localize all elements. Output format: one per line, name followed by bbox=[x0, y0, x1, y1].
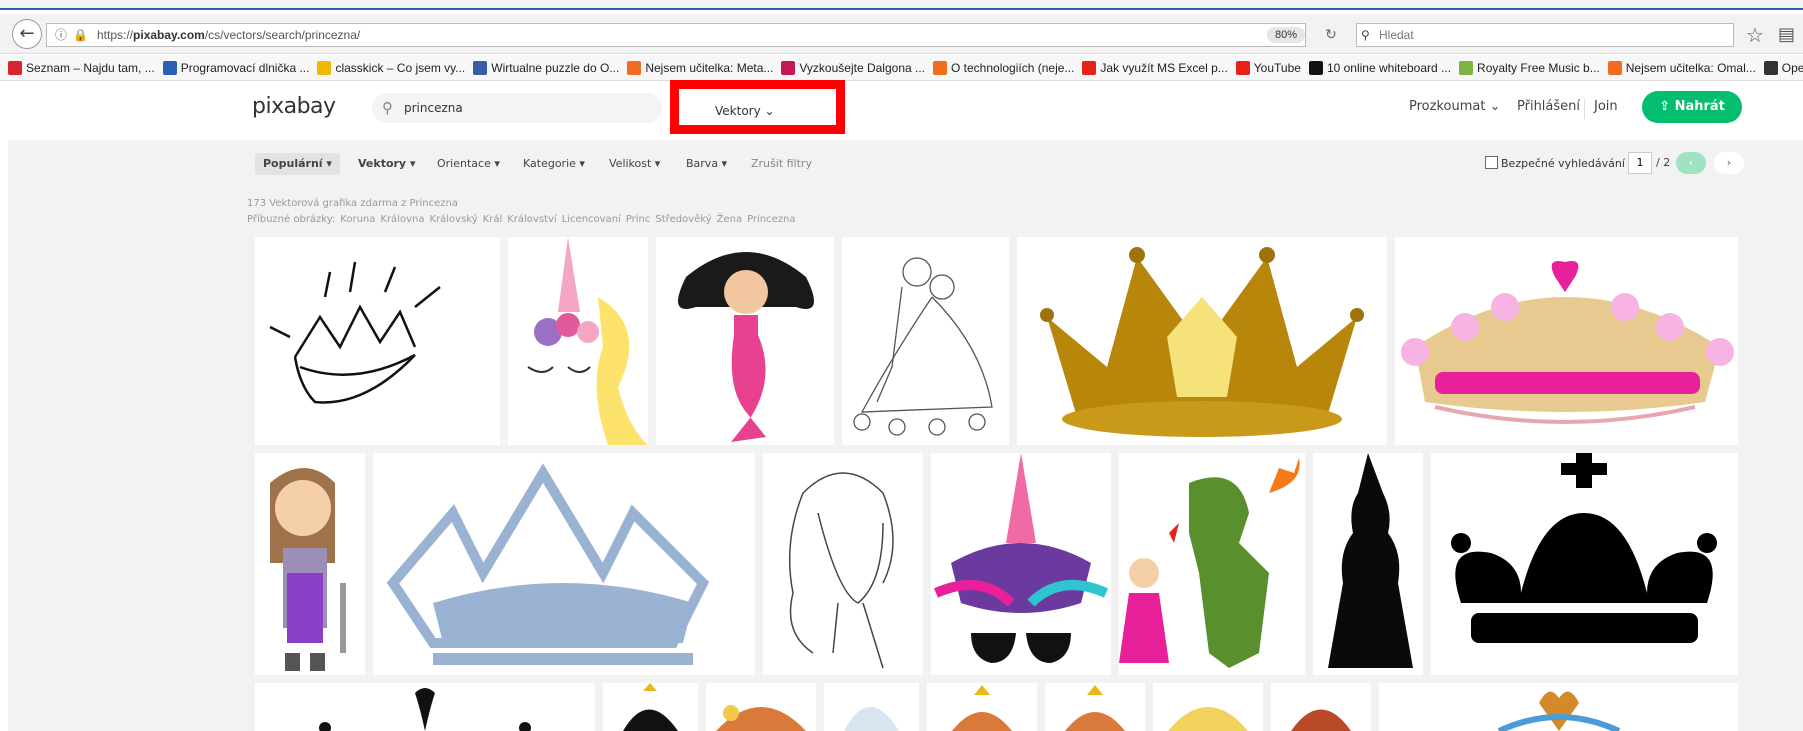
related-tag[interactable]: Středověký bbox=[655, 214, 711, 225]
result-knight-girl[interactable] bbox=[255, 453, 365, 675]
result-count: 173 Vektorová grafika zdarma z Princezna bbox=[247, 198, 458, 209]
bookmark-favicon-icon bbox=[1082, 61, 1097, 75]
bookmark-favicon-icon bbox=[1235, 61, 1250, 75]
login-link[interactable]: Přihlášení bbox=[1517, 99, 1580, 114]
zoom-level[interactable]: 80% bbox=[1267, 27, 1306, 43]
result-heart-tiara[interactable] bbox=[1379, 683, 1738, 731]
lock-icon: 🔒 bbox=[73, 28, 88, 42]
result-princess-1[interactable] bbox=[603, 683, 698, 731]
result-black-crown[interactable] bbox=[1431, 453, 1738, 675]
browser-search-input[interactable]: ⚲ Hledat bbox=[1356, 23, 1734, 47]
bookmark-favicon-icon bbox=[1308, 61, 1323, 75]
bookmark-item[interactable]: Jak využít MS Excel p... bbox=[1082, 55, 1228, 80]
safe-search-toggle[interactable]: Bezpečné vyhledávání bbox=[1485, 156, 1625, 170]
bookmark-item[interactable]: Nejsem učitelka: Meta... bbox=[627, 55, 773, 80]
result-fleur-crown[interactable] bbox=[255, 683, 595, 731]
bookmark-item[interactable]: Royalty Free Music b... bbox=[1459, 55, 1600, 80]
related-tag[interactable]: Koruna bbox=[340, 214, 375, 225]
prev-page-button[interactable]: ‹ bbox=[1676, 152, 1706, 174]
bookmark-item[interactable]: Vyzkoušejte Dalgona ... bbox=[781, 55, 925, 80]
search-input[interactable]: ⚲ princezna bbox=[372, 93, 662, 123]
bookmark-favicon-icon bbox=[8, 61, 22, 75]
library-icon[interactable]: ▤ bbox=[1778, 23, 1795, 47]
explore-menu[interactable]: Prozkoumat ⌄ bbox=[1409, 99, 1500, 114]
filter-category[interactable]: Kategorie ▾ bbox=[523, 153, 585, 175]
filter-orientation[interactable]: Orientace ▾ bbox=[437, 153, 500, 175]
url-text: https://pixabay.com/cs/vectors/search/pr… bbox=[97, 28, 361, 42]
page-total: / 2 bbox=[1656, 156, 1671, 169]
address-bar[interactable]: ⓘ 🔒 https://pixabay.com/cs/vectors/searc… bbox=[46, 23, 1306, 47]
filter-vectors[interactable]: Vektory ▾ bbox=[358, 153, 415, 175]
result-crown-sketch[interactable] bbox=[255, 237, 500, 445]
reload-icon[interactable]: ↻ bbox=[1318, 23, 1344, 47]
result-princess-2[interactable] bbox=[706, 683, 816, 731]
bookmark-favicon-icon bbox=[1459, 61, 1474, 75]
highlight-annotation bbox=[670, 80, 845, 134]
search-icon: ⚲ bbox=[382, 99, 393, 117]
info-icon[interactable]: ⓘ bbox=[55, 24, 67, 46]
result-unicorn-face[interactable] bbox=[508, 237, 648, 445]
search-icon: ⚲ bbox=[1361, 28, 1370, 42]
window-top-bar bbox=[0, 0, 1803, 10]
result-princess-7[interactable] bbox=[1271, 683, 1371, 731]
bookmark-item[interactable]: classkick – Co jsem vy... bbox=[317, 55, 465, 80]
result-woman-sketch[interactable] bbox=[763, 453, 923, 675]
page-number-input[interactable]: 1 bbox=[1628, 152, 1652, 174]
related-tag[interactable]: Král bbox=[483, 214, 503, 225]
bookmark-favicon-icon bbox=[933, 61, 947, 75]
next-page-button[interactable]: › bbox=[1714, 152, 1744, 174]
related-tag[interactable]: Královský bbox=[429, 214, 477, 225]
bookmark-item[interactable]: Wirtualne puzzle do O... bbox=[473, 55, 619, 80]
bookmark-star-icon[interactable]: ☆ bbox=[1746, 23, 1764, 47]
related-searches: Příbuzné obrázky: Koruna Královna Královský… bbox=[247, 214, 796, 225]
related-tag[interactable]: Princezna bbox=[747, 214, 795, 225]
related-tag[interactable]: Princ bbox=[626, 214, 651, 225]
related-tag[interactable]: Žena bbox=[717, 214, 742, 225]
result-mermaid[interactable] bbox=[656, 237, 834, 445]
bookmark-favicon-icon bbox=[627, 61, 642, 75]
result-princess-silhouette[interactable] bbox=[1313, 453, 1423, 675]
bookmark-item[interactable]: YouTube bbox=[1235, 55, 1301, 80]
result-pink-tiara[interactable] bbox=[1395, 237, 1738, 445]
bookmark-item[interactable]: O technologiích (neje... bbox=[933, 55, 1074, 80]
clear-filters-link[interactable]: Zrušit filtry bbox=[751, 153, 812, 175]
result-gold-crown[interactable] bbox=[1017, 237, 1387, 445]
bookmark-favicon-icon bbox=[1763, 61, 1778, 75]
bookmarks-bar: Seznam – Najdu tam, ... Programovací dlni… bbox=[0, 55, 1803, 81]
pixabay-logo[interactable]: pixabay bbox=[252, 94, 336, 119]
join-link[interactable]: Join bbox=[1594, 99, 1618, 114]
result-dragon-princess[interactable] bbox=[1119, 453, 1305, 675]
checkbox[interactable] bbox=[1485, 156, 1498, 169]
related-tag[interactable]: Královna bbox=[380, 214, 424, 225]
bookmark-favicon-icon bbox=[162, 61, 177, 75]
upload-icon: ⇪ bbox=[1659, 99, 1671, 114]
filter-color[interactable]: Barva ▾ bbox=[686, 153, 727, 175]
bookmark-item[interactable]: Open Broad bbox=[1763, 55, 1803, 80]
bookmark-item[interactable]: Programovací dlnička ... bbox=[162, 55, 309, 80]
related-tag[interactable]: Licencovaní bbox=[562, 214, 621, 225]
back-button[interactable]: ← bbox=[12, 19, 42, 49]
site-header: pixabay ⚲ princezna Vektory ⌄ Prozkoumat… bbox=[0, 82, 1803, 134]
related-tag[interactable]: Království bbox=[507, 214, 556, 225]
result-princess-6[interactable] bbox=[1153, 683, 1263, 731]
bookmark-favicon-icon bbox=[1607, 61, 1622, 75]
bookmark-item[interactable]: Seznam – Najdu tam, ... bbox=[8, 55, 155, 80]
bookmark-favicon-icon bbox=[781, 61, 796, 75]
filter-size[interactable]: Velikost ▾ bbox=[609, 153, 660, 175]
filter-popular[interactable]: Populární ▾ bbox=[255, 153, 340, 175]
bookmark-item[interactable]: Nejsem učitelka: Omal... bbox=[1607, 55, 1756, 80]
result-unicorn-glasses[interactable] bbox=[931, 453, 1111, 675]
result-couple-drawing[interactable] bbox=[842, 237, 1009, 445]
upload-button[interactable]: ⇪ Nahrát bbox=[1642, 91, 1742, 123]
bookmark-item[interactable]: 10 online whiteboard ... bbox=[1308, 55, 1451, 80]
filter-bar: Populární ▾ Vektory ▾ Orientace ▾ Katego… bbox=[8, 140, 1803, 188]
divider bbox=[1584, 99, 1585, 119]
result-princess-5[interactable] bbox=[1045, 683, 1145, 731]
bookmark-favicon-icon bbox=[473, 61, 488, 75]
result-princess-3[interactable] bbox=[824, 683, 919, 731]
browser-toolbar: ← ⓘ 🔒 https://pixabay.com/cs/vectors/sea… bbox=[0, 14, 1803, 54]
result-blue-crown[interactable] bbox=[373, 453, 755, 675]
bookmark-favicon-icon bbox=[317, 61, 332, 75]
result-princess-4[interactable] bbox=[927, 683, 1037, 731]
